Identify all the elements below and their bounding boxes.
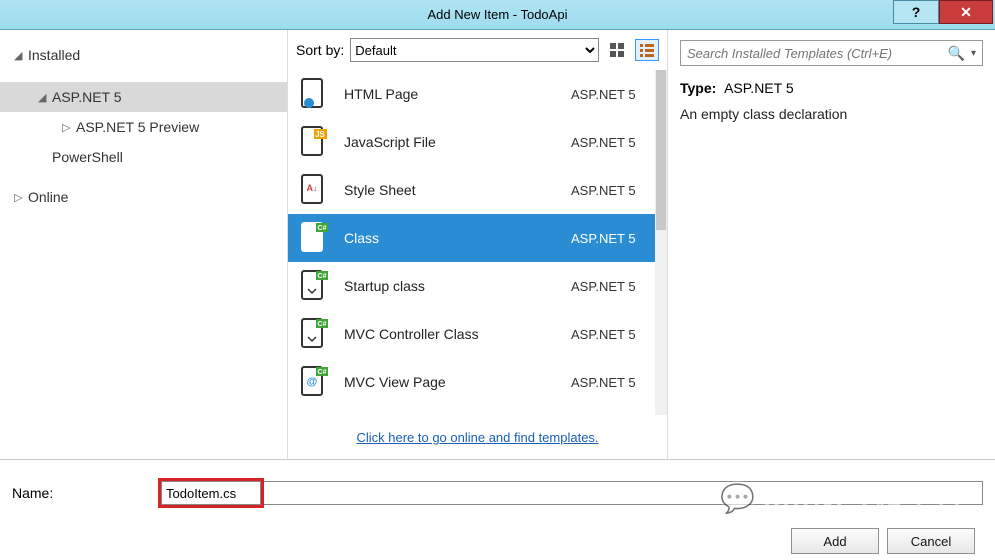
template-tree: ◢ Installed ◢ ASP.NET 5 ▷ ASP.NET 5 Prev… — [0, 30, 288, 459]
search-input[interactable] — [685, 45, 944, 62]
template-file-icon: A↓ — [296, 173, 330, 207]
name-input-ext[interactable] — [264, 481, 983, 505]
template-item[interactable]: C# MVC Controller Class ASP.NET 5 — [288, 310, 665, 358]
template-label: Startup class — [344, 278, 557, 294]
title-bar: Add New Item - TodoApi ? ✕ — [0, 0, 995, 30]
svg-text:C#: C# — [318, 321, 327, 328]
template-label: Class — [344, 230, 557, 246]
template-category: ASP.NET 5 — [571, 87, 657, 102]
close-button[interactable]: ✕ — [939, 0, 993, 24]
scrollbar-thumb[interactable] — [656, 70, 666, 230]
template-category: ASP.NET 5 — [571, 327, 657, 342]
template-item[interactable]: A↓ Style Sheet ASP.NET 5 — [288, 166, 665, 214]
tree-label: ASP.NET 5 — [52, 89, 122, 105]
svg-text:JS: JS — [315, 130, 325, 139]
sort-label: Sort by: — [296, 42, 344, 58]
tree-label: Online — [28, 189, 68, 205]
template-file-icon: C# — [296, 269, 330, 303]
name-input[interactable] — [161, 481, 261, 505]
tree-online[interactable]: ▷ Online — [0, 182, 287, 212]
template-label: JavaScript File — [344, 134, 557, 150]
tree-powershell[interactable]: PowerShell — [0, 142, 287, 172]
template-category: ASP.NET 5 — [571, 375, 657, 390]
online-templates-link[interactable]: Click here to go online and find templat… — [356, 430, 598, 445]
svg-text:@: @ — [307, 376, 318, 388]
details-panel: 🔍 ▾ Type: ASP.NET 5 An empty class decla… — [668, 30, 995, 459]
help-button[interactable]: ? — [893, 0, 939, 24]
template-label: MVC Controller Class — [344, 326, 557, 342]
highlight-box — [158, 478, 264, 508]
chevron-right-icon: ▷ — [62, 121, 76, 134]
template-file-icon: C# — [296, 221, 330, 255]
template-list-panel: Sort by: Default HTML Page ASP.NET 5 JS Jav… — [288, 30, 668, 459]
tree-label: ASP.NET 5 Preview — [76, 119, 199, 135]
template-label: Style Sheet — [344, 182, 557, 198]
svg-text:C#: C# — [318, 369, 327, 376]
add-button[interactable]: Add — [791, 528, 879, 554]
chevron-down-icon: ◢ — [14, 49, 28, 62]
search-icon[interactable]: 🔍 — [944, 45, 969, 62]
svg-text:C#: C# — [318, 273, 327, 280]
tree-label: PowerShell — [52, 149, 123, 165]
template-file-icon: C# — [296, 317, 330, 351]
tree-aspnet5-preview[interactable]: ▷ ASP.NET 5 Preview — [0, 112, 287, 142]
template-item[interactable]: HTML Page ASP.NET 5 — [288, 70, 665, 118]
template-list[interactable]: HTML Page ASP.NET 5 JS JavaScript File ASP.N… — [288, 70, 667, 420]
template-label: MVC View Page — [344, 374, 557, 390]
window-title: Add New Item - TodoApi — [0, 7, 995, 22]
template-label: HTML Page — [344, 86, 557, 102]
template-item[interactable]: C# Startup class ASP.NET 5 — [288, 262, 665, 310]
tree-installed[interactable]: ◢ Installed — [0, 40, 287, 70]
sort-select[interactable]: Default — [350, 38, 599, 62]
template-category: ASP.NET 5 — [571, 183, 657, 198]
template-category: ASP.NET 5 — [571, 279, 657, 294]
name-label: Name: — [12, 485, 148, 501]
search-dropdown-icon[interactable]: ▾ — [969, 48, 978, 59]
view-medium-icon[interactable] — [605, 39, 629, 61]
template-file-icon: JS — [296, 125, 330, 159]
template-item[interactable]: JS JavaScript File ASP.NET 5 — [288, 118, 665, 166]
chevron-right-icon: ▷ — [14, 191, 28, 204]
template-item[interactable]: C# Class ASP.NET 5 — [288, 214, 665, 262]
chevron-down-icon: ◢ — [38, 91, 52, 104]
cancel-button[interactable]: Cancel — [887, 528, 975, 554]
search-box[interactable]: 🔍 ▾ — [680, 40, 983, 66]
template-category: ASP.NET 5 — [571, 231, 657, 246]
bottom-panel: Name: Add Cancel — [0, 460, 995, 560]
template-file-icon: @C# — [296, 365, 330, 399]
template-file-icon — [296, 77, 330, 111]
template-item[interactable]: @C# MVC View Page ASP.NET 5 — [288, 358, 665, 406]
view-list-icon[interactable] — [635, 39, 659, 61]
svg-text:A↓: A↓ — [307, 183, 318, 193]
tree-aspnet5[interactable]: ◢ ASP.NET 5 — [0, 82, 287, 112]
scrollbar[interactable] — [655, 70, 667, 415]
svg-text:C#: C# — [318, 225, 327, 232]
template-category: ASP.NET 5 — [571, 135, 657, 150]
tree-label: Installed — [28, 47, 80, 63]
template-description: An empty class declaration — [680, 106, 983, 122]
template-type: Type: ASP.NET 5 — [680, 80, 983, 96]
